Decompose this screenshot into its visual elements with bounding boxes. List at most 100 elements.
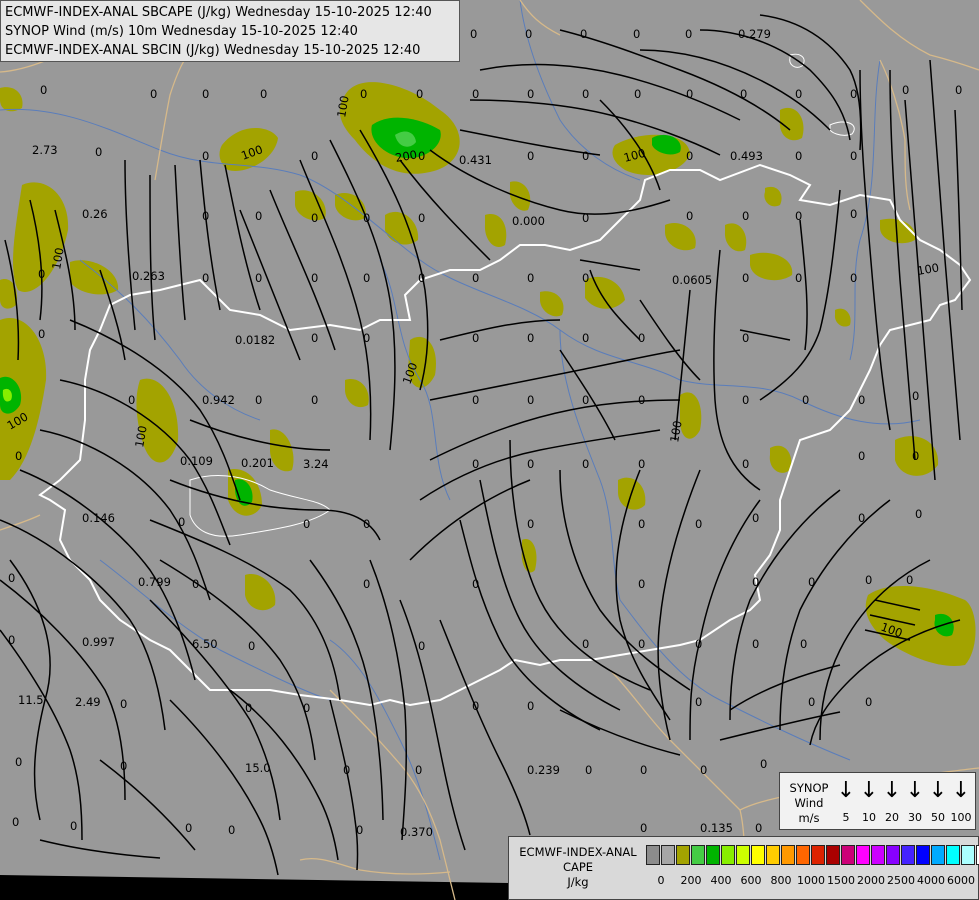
cin-value: 0 — [640, 763, 647, 777]
cin-value: 0.239 — [527, 763, 560, 777]
cin-value: 0 — [527, 271, 534, 285]
cape-color-swatch — [706, 845, 720, 865]
synop-legend-title-line: Wind — [794, 796, 824, 810]
cin-value: 0.493 — [730, 149, 763, 163]
cin-value: 0 — [527, 457, 534, 471]
cin-value: 0 — [582, 271, 589, 285]
cin-value: 0 — [527, 149, 534, 163]
cape-color-swatch — [766, 845, 780, 865]
cin-value: 0 — [902, 83, 909, 97]
wind-arrow-icon: ↓ — [951, 778, 971, 803]
cin-value: 6.50 — [192, 637, 218, 651]
cape-color-swatch — [856, 845, 870, 865]
cin-value: 0 — [906, 573, 913, 587]
cin-value: 0 — [582, 393, 589, 407]
cape-color-swatch — [646, 845, 660, 865]
cape-color-legend: ECMWF-INDEX-ANAL CAPE J/kg 0 200 400 600… — [508, 836, 979, 900]
cin-value: 0 — [15, 755, 22, 769]
cin-value: 0 — [363, 517, 370, 531]
cin-value: 0.431 — [459, 153, 492, 167]
cin-value: 0 — [202, 149, 209, 163]
weather-map: 100 100 100 100 100 100 100 100 100 200 … — [0, 0, 979, 900]
cin-value: 0 — [582, 149, 589, 163]
cin-value: 0 — [185, 821, 192, 835]
cape-color-swatch — [796, 845, 810, 865]
cin-value: 0 — [255, 271, 262, 285]
cin-value: 0 — [202, 209, 209, 223]
cin-value: 0 — [418, 211, 425, 225]
wind-arrow-icon: ↓ — [836, 778, 856, 803]
cin-value: 0 — [311, 331, 318, 345]
cape-color-swatch — [721, 845, 735, 865]
cin-value: 0 — [580, 27, 587, 41]
cin-value: 0.146 — [82, 511, 115, 525]
cin-value: 0 — [178, 515, 185, 529]
cin-value: 0 — [912, 389, 919, 403]
cin-value: 0 — [472, 271, 479, 285]
cin-value: 0 — [808, 575, 815, 589]
cin-value: 2.73 — [32, 143, 58, 157]
cin-value: 0 — [120, 759, 127, 773]
wind-arrow-icon: ↓ — [905, 778, 925, 803]
cin-value: 0 — [800, 637, 807, 651]
cin-value: 0 — [740, 87, 747, 101]
cin-value: 0 — [8, 633, 15, 647]
cin-value: 0 — [795, 87, 802, 101]
cin-value: 0 — [633, 27, 640, 41]
cin-value: 0 — [795, 209, 802, 223]
cin-value: 0 — [695, 695, 702, 709]
cape-color-swatch — [886, 845, 900, 865]
cin-value: 0 — [260, 87, 267, 101]
title-synop-wind: SYNOP Wind (m/s) 10m Wednesday 15-10-202… — [5, 24, 358, 39]
cin-value: 0 — [527, 699, 534, 713]
cin-value: 0 — [638, 517, 645, 531]
cin-value: 0 — [472, 87, 479, 101]
cape-color-swatch — [751, 845, 765, 865]
cin-value: 0.109 — [180, 454, 213, 468]
cin-value: 0 — [202, 87, 209, 101]
cin-value: 0 — [311, 149, 318, 163]
cin-value: 0 — [255, 393, 262, 407]
cin-value: 0 — [752, 575, 759, 589]
cape-tick-label: 6000 — [947, 874, 975, 887]
cin-value: 0 — [363, 577, 370, 591]
cin-value: 0 — [638, 457, 645, 471]
cin-value: 0 — [742, 393, 749, 407]
cin-value: 0 — [472, 577, 479, 591]
cin-value: 0 — [742, 331, 749, 345]
cin-value: 0 — [418, 639, 425, 653]
cin-value: 0 — [850, 87, 857, 101]
cin-value: 0 — [742, 209, 749, 223]
cape-color-swatch — [676, 845, 690, 865]
cape-color-swatch — [961, 845, 975, 865]
cin-value: 11.5 — [18, 693, 44, 707]
cape-tick-label: 600 — [740, 874, 762, 887]
cin-value: 0 — [760, 757, 767, 771]
cin-value: 0 — [311, 393, 318, 407]
cape-color-swatch — [946, 845, 960, 865]
cin-value: 0 — [752, 637, 759, 651]
wind-speed-value: 10 — [862, 811, 876, 824]
cape-tick-label: 800 — [770, 874, 792, 887]
cin-value: 0.135 — [700, 821, 733, 835]
synop-wind-legend: SYNOP Wind m/s ↓ ↓ ↓ ↓ ↓ ↓ 5 10 20 30 50… — [779, 772, 976, 830]
cape-color-swatch — [691, 845, 705, 865]
cape-color-swatch — [781, 845, 795, 865]
cape-tick-label: 200 — [680, 874, 702, 887]
cin-value: 0 — [472, 457, 479, 471]
cin-value: 0 — [38, 327, 45, 341]
cin-value: 0 — [120, 697, 127, 711]
cin-value: 0 — [915, 507, 922, 521]
cin-value: 0.997 — [82, 635, 115, 649]
cin-value: 0.0182 — [235, 333, 275, 347]
cape-tick-label: 1000 — [797, 874, 825, 887]
cin-value: 0.370 — [400, 825, 433, 839]
cin-value: 0 — [700, 763, 707, 777]
cin-value: 0 — [303, 517, 310, 531]
cin-value: 0 — [858, 393, 865, 407]
cape-color-swatch — [871, 845, 885, 865]
title-sbcin: ECMWF-INDEX-ANAL SBCIN (J/kg) Wednesday … — [5, 43, 421, 58]
cin-value: 0 — [472, 331, 479, 345]
cin-value: 0 — [802, 393, 809, 407]
cin-value: 0 — [755, 821, 762, 835]
